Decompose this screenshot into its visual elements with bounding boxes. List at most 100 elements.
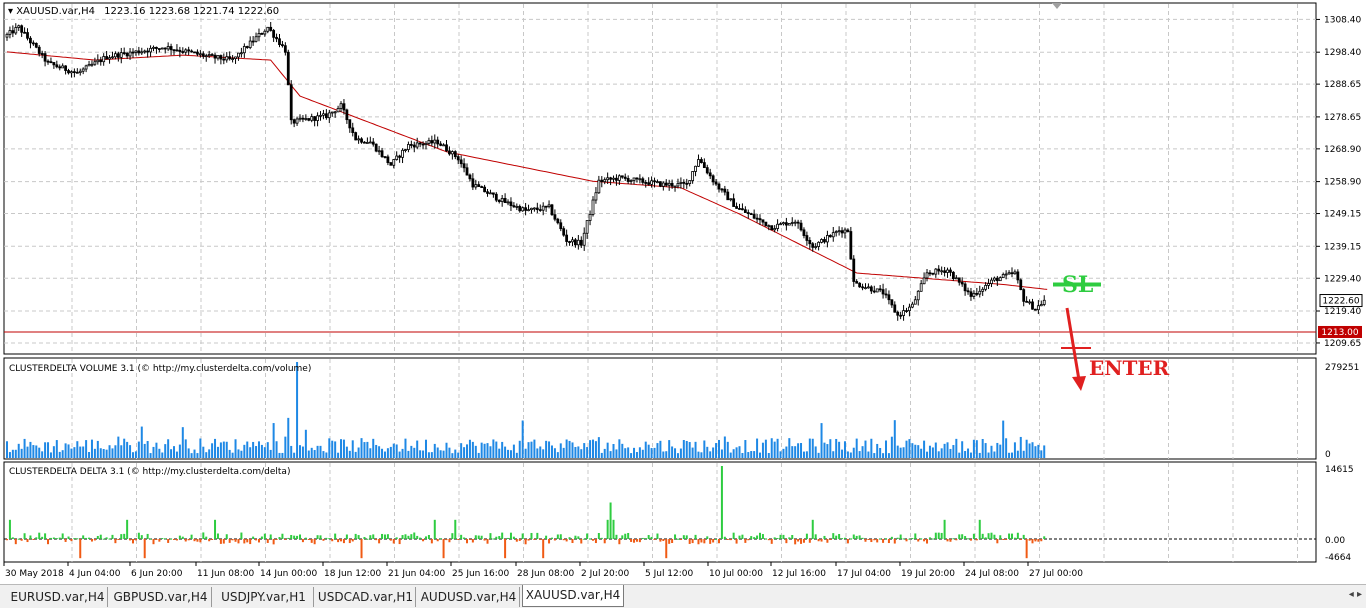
volume-bar [88, 452, 91, 458]
candle-body [424, 142, 428, 145]
delta-bar [735, 539, 738, 544]
candle-body [407, 144, 410, 150]
delta-bar [717, 539, 720, 544]
delta-bar [694, 534, 697, 539]
delta-bar [120, 534, 123, 539]
volume-bar [328, 438, 331, 458]
candle-body [524, 207, 528, 211]
delta-bar [855, 535, 858, 539]
delta-bar [29, 535, 32, 539]
candle-body [201, 53, 205, 57]
delta-bar [413, 532, 416, 539]
tab-usdjpy[interactable]: USDJPY.var,H1 [214, 587, 314, 607]
volume-axis-max: 279251 [1325, 363, 1359, 373]
delta-bar [627, 532, 630, 539]
volume-bar [199, 438, 202, 458]
candle-body [298, 117, 302, 120]
candle-body [571, 239, 574, 243]
volume-bar [155, 442, 158, 458]
delta-bar [158, 539, 161, 542]
delta-bar [1034, 539, 1037, 542]
delta-bar [228, 539, 231, 543]
delta-bar [407, 535, 410, 539]
candle-body [131, 51, 135, 54]
delta-bar [668, 539, 671, 544]
volume-bar [594, 441, 597, 458]
volume-bar [35, 445, 38, 458]
delta-bar [410, 534, 413, 539]
delta-bar [255, 539, 258, 541]
delta-bar [1025, 539, 1028, 559]
candle-body [908, 306, 911, 312]
volume-bar [697, 451, 700, 458]
volume-bar [761, 442, 764, 458]
tab-eurusd[interactable]: EURUSD.var,H4 [8, 587, 108, 607]
candle-body [817, 241, 821, 247]
delta-bar [316, 535, 319, 539]
volume-bar [111, 448, 114, 458]
delta-bar [175, 539, 178, 541]
sl-label: SL [1062, 272, 1093, 298]
candle-body [371, 141, 375, 145]
delta-bar [360, 539, 363, 559]
candle-body [629, 180, 633, 182]
candle-body [743, 209, 747, 213]
delta-bar [838, 534, 841, 539]
delta-bar [879, 538, 882, 540]
volume-bar [348, 450, 351, 458]
delta-bar [747, 539, 750, 541]
candle-body [245, 46, 249, 48]
candle-body [752, 214, 756, 219]
price-axis-label: 1219.40 [1324, 307, 1361, 317]
candle-body [55, 64, 59, 68]
candle-body [823, 239, 826, 243]
delta-bar [697, 539, 700, 545]
candle-body [421, 143, 425, 146]
delta-bar [594, 539, 597, 544]
volume-bar [559, 443, 562, 458]
volume-bar [533, 439, 536, 458]
volume-bar [143, 443, 146, 458]
delta-bar [137, 532, 140, 539]
volume-bar [870, 438, 873, 458]
time-axis-label: 27 Jul 00:00 [1029, 569, 1083, 579]
candle-body [896, 311, 900, 316]
volume-bar [307, 450, 310, 458]
candle-body [729, 198, 733, 201]
delta-bar [887, 539, 890, 544]
price-panel[interactable]: ▾ XAUUSD.var,H4 1223.16 1223.68 1221.74 … [3, 2, 1363, 355]
delta-bar [85, 537, 88, 539]
candle-body [365, 142, 369, 144]
tab-audusd[interactable]: AUDUSD.var,H4 [418, 587, 520, 607]
tab-xauusd[interactable]: XAUUSD.var,H4 [522, 585, 624, 607]
volume-bar [750, 451, 753, 458]
delta-bar [559, 534, 562, 539]
candle-body [937, 268, 941, 272]
delta-bar [35, 537, 38, 539]
tab-scroll-arrows-icon[interactable]: ◂ ▸ [1349, 589, 1362, 600]
delta-bar [293, 535, 296, 539]
delta-bar [984, 537, 987, 539]
delta-panel[interactable]: CLUSTERDELTA DELTA 3.1 (© http://my.clus… [3, 461, 1354, 563]
delta-bar [691, 539, 694, 544]
delta-bar [987, 533, 990, 539]
volume-bar [609, 451, 612, 458]
candle-body [963, 283, 967, 292]
tab-usdcad[interactable]: USDCAD.var,H1 [316, 587, 416, 607]
volume-bar [700, 452, 703, 458]
volume-bar [64, 443, 67, 458]
volume-bar [794, 446, 797, 458]
tab-gbpusd[interactable]: GBPUSD.var,H4 [110, 587, 212, 607]
delta-bar [105, 537, 108, 539]
delta-bar [313, 539, 316, 545]
candle-body [442, 144, 445, 147]
volume-bar [260, 444, 263, 458]
volume-bar [319, 445, 322, 458]
candle-body [316, 115, 319, 121]
candle-body [157, 48, 161, 50]
delta-bar [647, 535, 650, 539]
volume-bar [981, 438, 984, 458]
panel-collapse-icon[interactable]: ▾ [8, 6, 16, 17]
volume-bar [917, 445, 920, 458]
volume-bar [193, 449, 196, 458]
